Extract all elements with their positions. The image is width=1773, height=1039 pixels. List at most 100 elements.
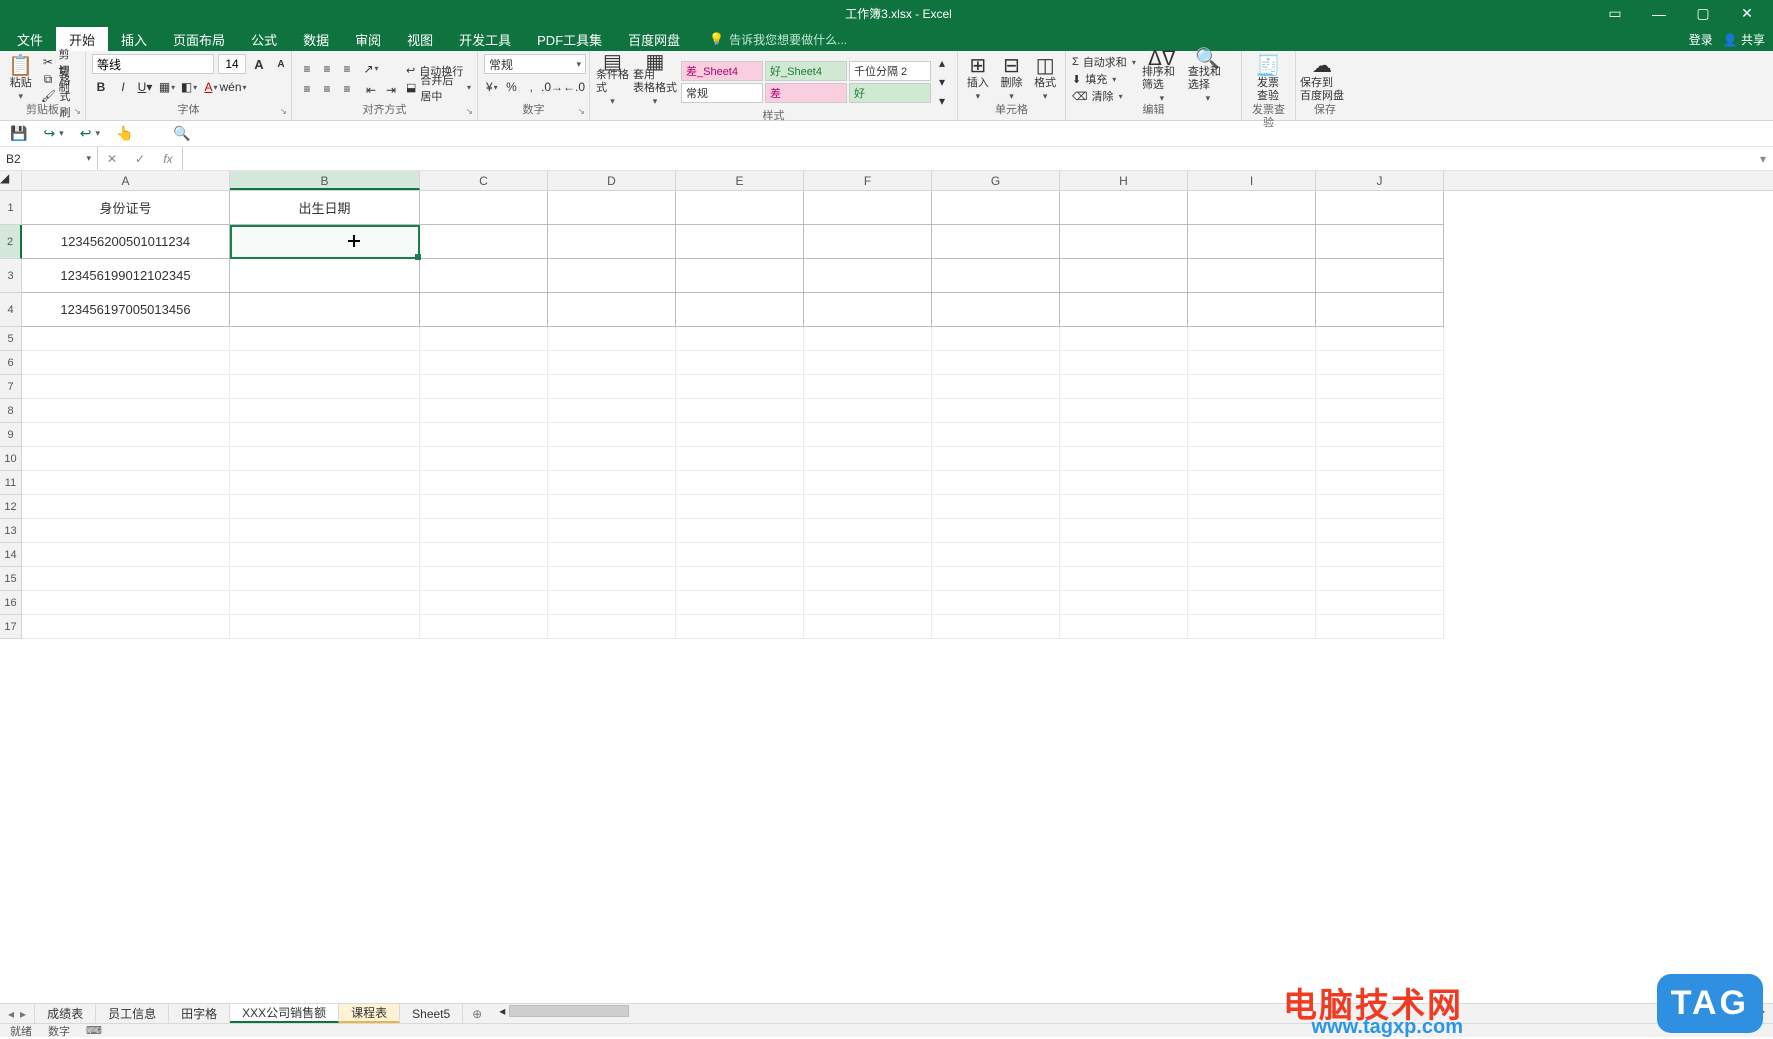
- ribbon-tab[interactable]: 百度网盘: [615, 27, 693, 51]
- cell[interactable]: [932, 471, 1060, 495]
- tab-nav[interactable]: ◂ ▸: [0, 1004, 35, 1023]
- column-header[interactable]: J: [1316, 171, 1444, 190]
- cell[interactable]: [804, 259, 932, 293]
- cell[interactable]: [1316, 471, 1444, 495]
- maximize-button[interactable]: ▢: [1681, 0, 1725, 27]
- borders-button[interactable]: ▦▾: [158, 78, 176, 96]
- fill-color-button[interactable]: ◧▾: [180, 78, 198, 96]
- cell[interactable]: [932, 259, 1060, 293]
- cell[interactable]: [22, 495, 230, 519]
- cell[interactable]: [932, 423, 1060, 447]
- cell[interactable]: [1316, 591, 1444, 615]
- cell[interactable]: [1316, 543, 1444, 567]
- cell[interactable]: [420, 615, 548, 639]
- cell[interactable]: [804, 591, 932, 615]
- sheet-tab[interactable]: 成绩表: [35, 1004, 96, 1023]
- cell[interactable]: [1060, 375, 1188, 399]
- column-header[interactable]: F: [804, 171, 932, 190]
- dialog-launcher-icon[interactable]: ↘: [577, 105, 585, 118]
- dialog-launcher-icon[interactable]: ↘: [465, 105, 473, 118]
- cell-style-swatch[interactable]: 千位分隔 2: [849, 61, 931, 81]
- cell[interactable]: [804, 447, 932, 471]
- cell[interactable]: [548, 423, 676, 447]
- sort-filter-button[interactable]: ᐃᐁ排序和筛选▾: [1142, 55, 1182, 103]
- font-name-select[interactable]: [92, 54, 214, 74]
- cell[interactable]: [420, 191, 548, 225]
- cell[interactable]: [804, 293, 932, 327]
- cell[interactable]: [1060, 447, 1188, 471]
- cell[interactable]: [548, 447, 676, 471]
- align-middle-button[interactable]: ≡: [318, 60, 336, 78]
- column-header[interactable]: H: [1060, 171, 1188, 190]
- cell[interactable]: [420, 471, 548, 495]
- scroll-right-icon[interactable]: ▸: [1759, 1004, 1765, 1018]
- row-header[interactable]: 7: [0, 375, 22, 399]
- cell[interactable]: [22, 327, 230, 351]
- cell[interactable]: [22, 351, 230, 375]
- fx-button[interactable]: fx: [154, 152, 182, 166]
- cell[interactable]: [22, 423, 230, 447]
- cell[interactable]: [676, 351, 804, 375]
- cell[interactable]: [22, 567, 230, 591]
- cell[interactable]: [230, 293, 420, 327]
- cell[interactable]: [230, 327, 420, 351]
- accept-edit-button[interactable]: ✓: [126, 152, 154, 166]
- cell[interactable]: [22, 375, 230, 399]
- cell[interactable]: [932, 191, 1060, 225]
- cell[interactable]: [1060, 615, 1188, 639]
- cell[interactable]: [22, 471, 230, 495]
- cell[interactable]: [230, 591, 420, 615]
- cell[interactable]: [932, 351, 1060, 375]
- autosum-button[interactable]: Σ自动求和▾: [1072, 55, 1136, 70]
- save-baidu-button[interactable]: ☁保存到 百度网盘: [1302, 55, 1342, 103]
- cell[interactable]: [932, 543, 1060, 567]
- cell[interactable]: [420, 423, 548, 447]
- cell[interactable]: [230, 423, 420, 447]
- tab-next-icon[interactable]: ▸: [20, 1007, 26, 1021]
- cell[interactable]: [548, 375, 676, 399]
- cell[interactable]: [1060, 495, 1188, 519]
- cell[interactable]: [1316, 191, 1444, 225]
- number-format-select[interactable]: 常规▾: [484, 54, 586, 74]
- cell[interactable]: [420, 543, 548, 567]
- cell[interactable]: [548, 399, 676, 423]
- horizontal-scrollbar[interactable]: ◂ ▸: [499, 1004, 1765, 1018]
- cell[interactable]: [230, 519, 420, 543]
- tell-me-box[interactable]: 💡 告诉我您想要做什么...: [709, 27, 847, 51]
- save-button[interactable]: 💾: [10, 125, 27, 142]
- cell[interactable]: [932, 591, 1060, 615]
- select-all-corner[interactable]: ◢: [0, 171, 22, 190]
- font-size-increase-button[interactable]: A: [250, 55, 268, 73]
- cell[interactable]: [932, 399, 1060, 423]
- cell[interactable]: [676, 423, 804, 447]
- cell[interactable]: [420, 495, 548, 519]
- cell[interactable]: [1316, 399, 1444, 423]
- cell[interactable]: [548, 191, 676, 225]
- cell[interactable]: [230, 375, 420, 399]
- cell[interactable]: [1060, 399, 1188, 423]
- fill-button[interactable]: ⬇填充▾: [1072, 72, 1136, 87]
- login-button[interactable]: 登录: [1689, 31, 1713, 48]
- cell[interactable]: [548, 591, 676, 615]
- cell[interactable]: 123456200501011234: [22, 225, 230, 259]
- cell[interactable]: 123456197005013456: [22, 293, 230, 327]
- sheet-tab[interactable]: XXX公司销售额: [230, 1004, 339, 1023]
- cell[interactable]: [420, 293, 548, 327]
- cell[interactable]: [1316, 519, 1444, 543]
- cell[interactable]: [932, 327, 1060, 351]
- cell[interactable]: [548, 293, 676, 327]
- delete-cells-button[interactable]: ⊟删除▾: [998, 55, 1026, 103]
- ribbon-tab[interactable]: 文件: [4, 27, 56, 51]
- cell[interactable]: [676, 293, 804, 327]
- column-header[interactable]: I: [1188, 171, 1316, 190]
- cell[interactable]: [676, 543, 804, 567]
- cell[interactable]: [1188, 259, 1316, 293]
- sheet-tab[interactable]: 课程表: [339, 1004, 400, 1023]
- expand-formula-bar[interactable]: ▾: [1753, 147, 1773, 170]
- column-header[interactable]: D: [548, 171, 676, 190]
- styles-scroll-down[interactable]: ▾: [933, 73, 951, 91]
- cell[interactable]: [548, 543, 676, 567]
- formula-input[interactable]: [183, 147, 1753, 170]
- cell[interactable]: [1188, 399, 1316, 423]
- font-size-decrease-button[interactable]: A: [272, 55, 290, 73]
